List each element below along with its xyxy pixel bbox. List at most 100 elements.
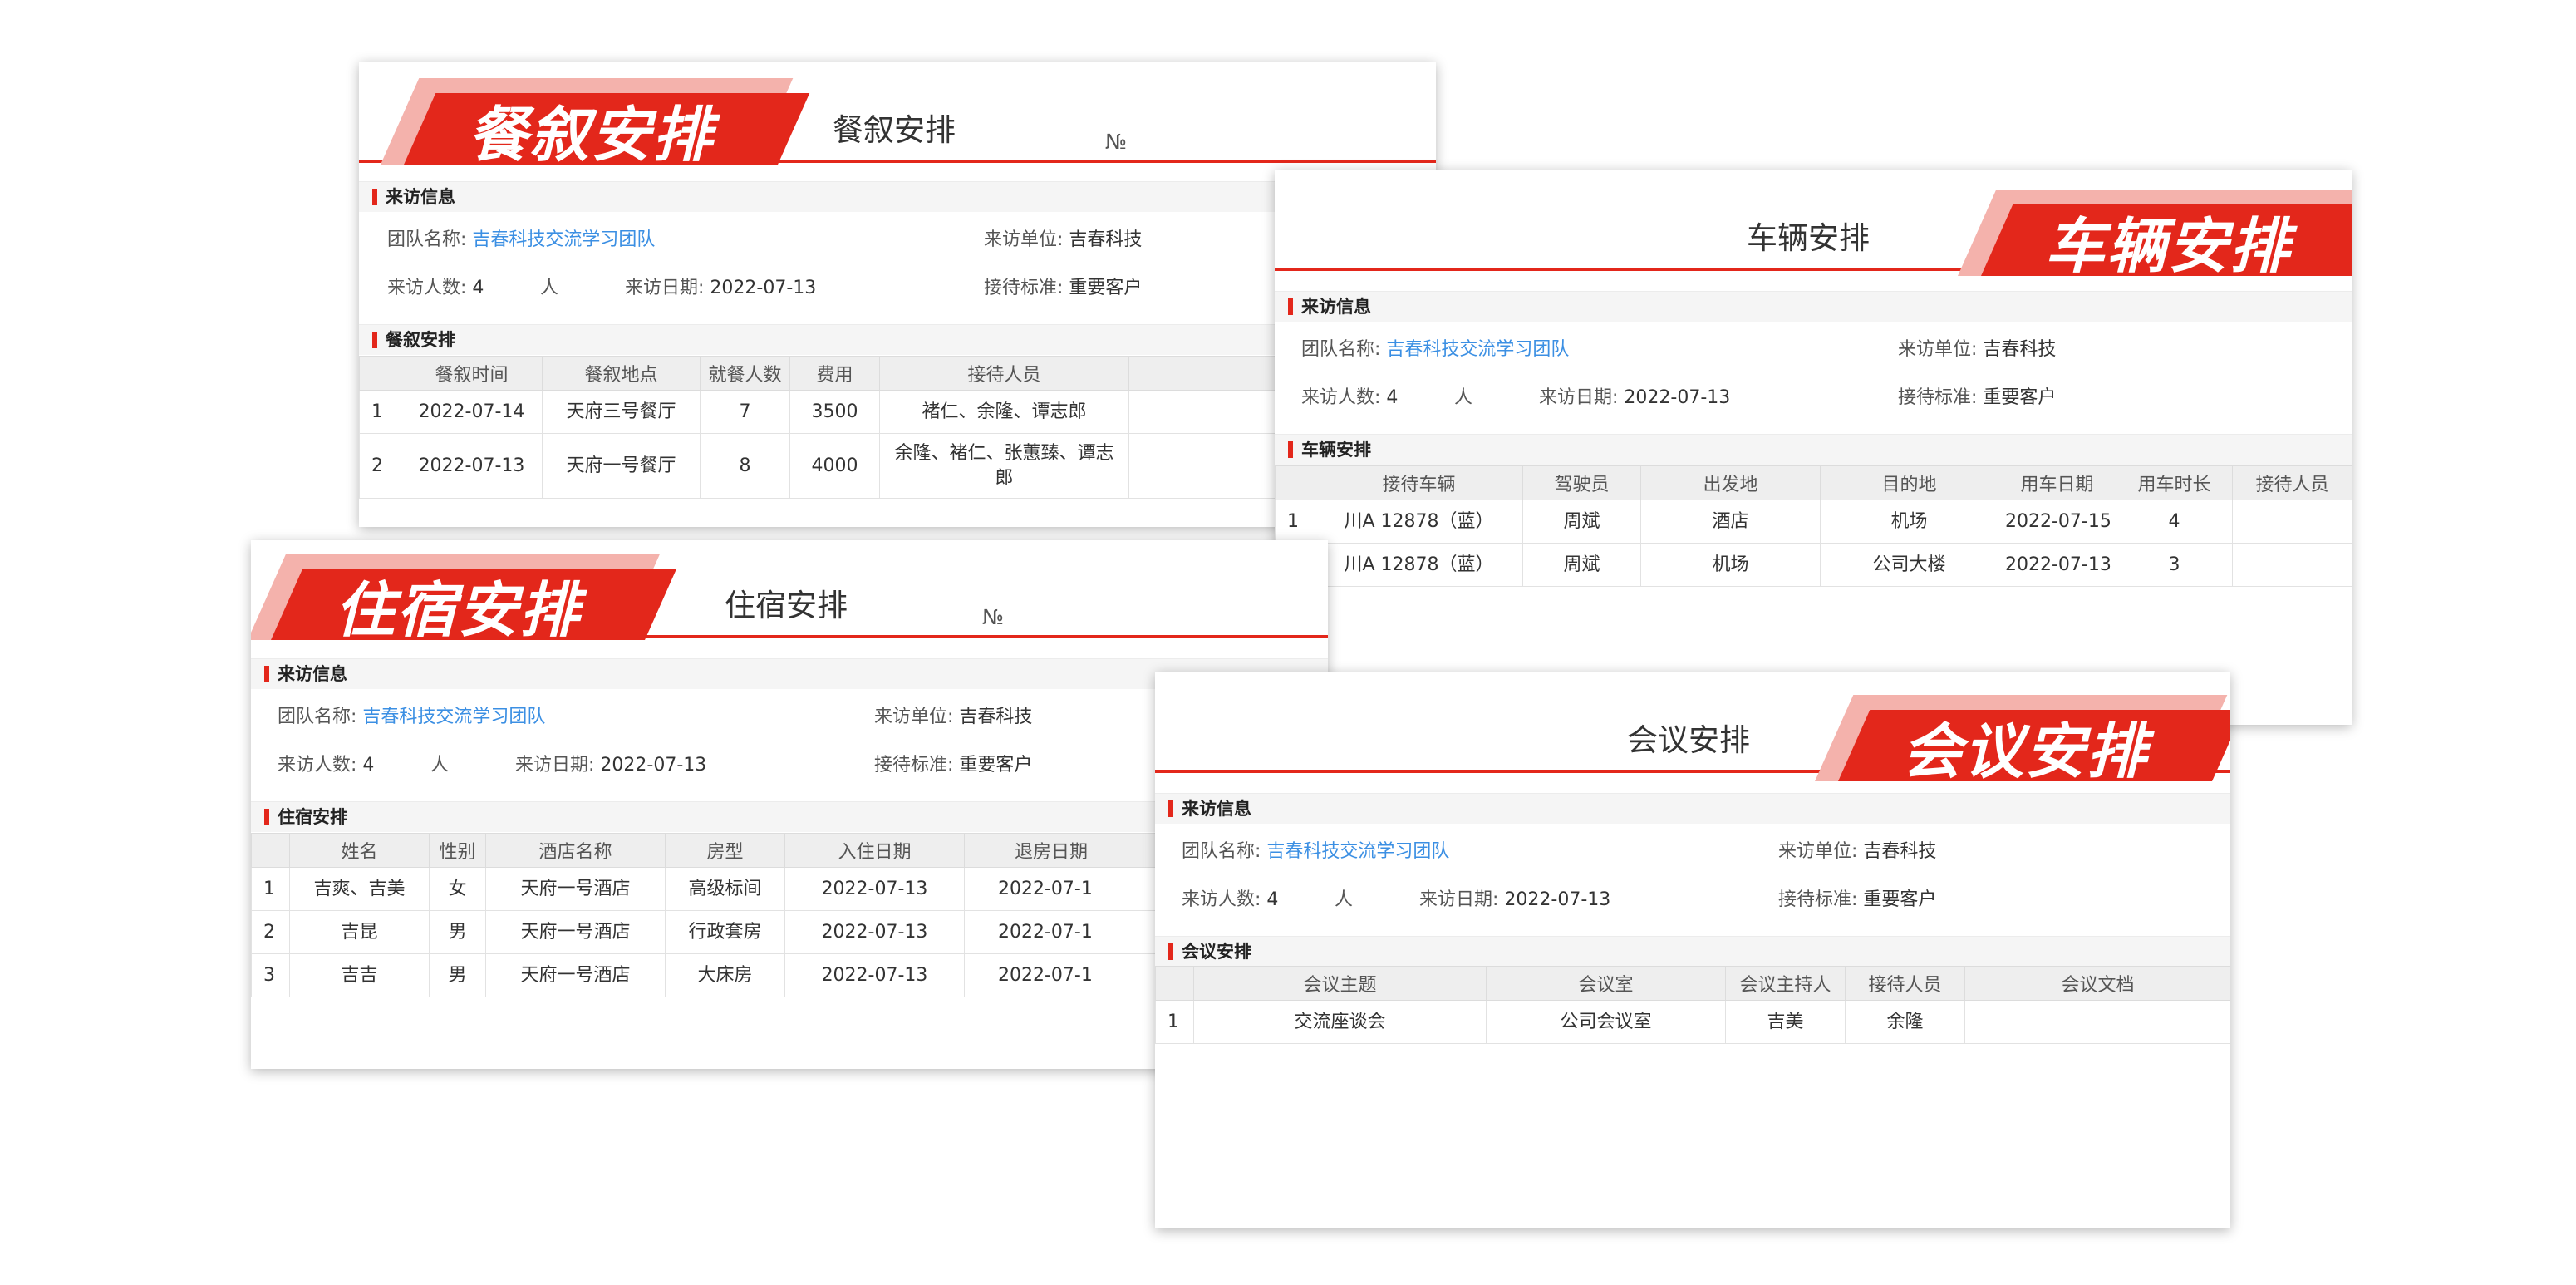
reception-standard-label: 接待标准:	[1778, 889, 1858, 910]
table-cell: 天府一号酒店	[485, 867, 666, 911]
column-header: 姓名	[289, 833, 430, 868]
visitor-count-unit: 人	[540, 278, 559, 298]
column-header: 会议主题	[1193, 966, 1487, 1001]
reception-standard-field: 接待标准: 重要客户	[1778, 884, 1936, 911]
banner-text: 会议安排	[1901, 716, 2148, 786]
table-cell: 8	[700, 433, 790, 499]
team-name-label: 团队名称:	[278, 707, 357, 727]
table-cell: 4	[2116, 500, 2233, 544]
visit-info-section: 来访信息	[1155, 793, 2230, 824]
section-title: 来访信息	[1301, 297, 1371, 317]
table-cell: 天府三号餐厅	[542, 390, 701, 434]
visitor-count-field: 来访人数: 4	[278, 750, 374, 776]
column-header: 接待人员	[879, 356, 1129, 391]
visiting-unit-label: 来访单位:	[984, 229, 1064, 250]
table-cell: 2022-07-13	[784, 910, 965, 954]
table-cell: 吉昆	[289, 910, 430, 954]
column-header: 会议主持人	[1725, 966, 1846, 1001]
table-cell: 2022-07-15	[1998, 500, 2116, 544]
team-name-field: 团队名称: 吉春科技交流学习团队	[1301, 334, 1569, 361]
banner-text: 餐叙安排	[467, 99, 714, 170]
visiting-unit-value: 吉春科技	[1863, 841, 1937, 862]
table-cell: 川A 12878（蓝）	[1315, 500, 1523, 544]
team-name-link[interactable]: 吉春科技交流学习团队	[472, 229, 655, 250]
team-name-label: 团队名称:	[387, 229, 467, 250]
table-cell: 1	[359, 390, 401, 434]
team-name-label: 团队名称:	[1301, 339, 1381, 360]
table-cell: 褚仁、余隆、谭志郎	[879, 390, 1129, 434]
table-cell: 余隆、褚仁、张蕙臻、谭志郎	[879, 433, 1129, 499]
column-header: 接待车辆	[1315, 465, 1523, 500]
visiting-unit-label: 来访单位:	[1778, 841, 1858, 862]
table-cell: 天府一号酒店	[485, 910, 666, 954]
column-header: 性别	[429, 833, 486, 868]
table-cell: 3	[251, 953, 290, 997]
table-cell	[2232, 500, 2352, 544]
team-name-link[interactable]: 吉春科技交流学习团队	[1266, 841, 1449, 862]
meeting-arrangement-section: 会议安排	[1155, 936, 2230, 967]
reception-standard-field: 接待标准: 重要客户	[984, 273, 1142, 299]
dining-banner: 餐叙安排	[381, 78, 810, 170]
visit-date-value: 2022-07-13	[600, 755, 707, 775]
column-header: 用车日期	[1998, 465, 2116, 500]
column-header: 会议室	[1486, 966, 1726, 1001]
column-header: 目的地	[1820, 465, 1998, 500]
table-row[interactable]: 1 川A 12878（蓝） 周斌 酒店 机场 2022-07-15 4	[1275, 500, 2352, 544]
lodging-banner: 住宿安排	[251, 554, 677, 645]
team-name-field: 团队名称: 吉春科技交流学习团队	[387, 224, 655, 251]
table-cell: 女	[429, 867, 486, 911]
section-title: 车辆安排	[1301, 440, 1371, 460]
reception-standard-label: 接待标准:	[984, 278, 1064, 298]
table-cell: 天府一号餐厅	[542, 433, 701, 499]
visiting-unit-field: 来访单位: 吉春科技	[1898, 334, 2056, 361]
table-cell: 7	[700, 390, 790, 434]
table-cell: 大床房	[665, 953, 785, 997]
visiting-unit-value: 吉春科技	[959, 707, 1033, 727]
table-cell: 周斌	[1522, 543, 1641, 587]
column-header: 驾驶员	[1522, 465, 1641, 500]
visit-date-field: 来访日期: 2022-07-13	[515, 750, 706, 776]
reception-standard-value: 重要客户	[1069, 278, 1143, 298]
visiting-unit-value: 吉春科技	[1983, 339, 2057, 360]
visitor-count-field: 来访人数: 4	[1301, 382, 1398, 409]
visitor-count-label: 来访人数:	[1182, 889, 1261, 910]
reception-standard-value: 重要客户	[1863, 889, 1937, 910]
table-cell: 公司大楼	[1820, 543, 1998, 587]
table-cell: 2	[359, 433, 401, 499]
table-cell: 酒店	[1640, 500, 1821, 544]
reception-standard-value: 重要客户	[1983, 387, 2057, 408]
card-title: 住宿安排	[725, 588, 848, 623]
vehicle-arrangement-section: 车辆安排	[1275, 434, 2352, 465]
table-cell: 交流座谈会	[1193, 1000, 1487, 1044]
visit-date-value: 2022-07-13	[710, 278, 817, 298]
visit-date-value: 2022-07-13	[1624, 387, 1731, 408]
table-cell: 男	[429, 953, 486, 997]
reception-standard-value: 重要客户	[959, 755, 1033, 775]
column-header: 费用	[789, 356, 880, 391]
team-name-field: 团队名称: 吉春科技交流学习团队	[1182, 836, 1449, 863]
team-name-label: 团队名称:	[1182, 841, 1261, 862]
visiting-unit-value: 吉春科技	[1069, 229, 1143, 250]
visit-date-field: 来访日期: 2022-07-13	[1419, 884, 1610, 911]
banner-text: 车辆安排	[2044, 210, 2291, 281]
team-name-link[interactable]: 吉春科技交流学习团队	[1386, 339, 1569, 360]
visit-date-field: 来访日期: 2022-07-13	[625, 273, 816, 299]
column-header: 酒店名称	[485, 833, 666, 868]
table-cell: 2022-07-13	[1998, 543, 2116, 587]
table-row[interactable]: 2 川A 12878（蓝） 周斌 机场 公司大楼 2022-07-13 3	[1275, 543, 2352, 587]
table-cell: 周斌	[1522, 500, 1641, 544]
table-cell: 川A 12878（蓝）	[1315, 543, 1523, 587]
team-name-field: 团队名称: 吉春科技交流学习团队	[278, 702, 545, 728]
table-cell: 高级标间	[665, 867, 785, 911]
column-header	[1155, 966, 1194, 1001]
table-cell: 天府一号酒店	[485, 953, 666, 997]
visitor-count-label: 来访人数:	[278, 755, 357, 775]
section-title: 餐叙安排	[386, 330, 455, 350]
table-cell: 吉美	[1725, 1000, 1846, 1044]
column-header	[251, 833, 290, 868]
table-cell: 4000	[789, 433, 880, 499]
table-row[interactable]: 1 交流座谈会 公司会议室 吉美 余隆	[1155, 1000, 2230, 1044]
meeting-card: 会议安排 会议安排 来访信息 团队名称: 吉春科技交流学习团队 来访单位: 吉春…	[1155, 672, 2230, 1228]
column-header: 房型	[665, 833, 785, 868]
team-name-link[interactable]: 吉春科技交流学习团队	[362, 707, 545, 727]
